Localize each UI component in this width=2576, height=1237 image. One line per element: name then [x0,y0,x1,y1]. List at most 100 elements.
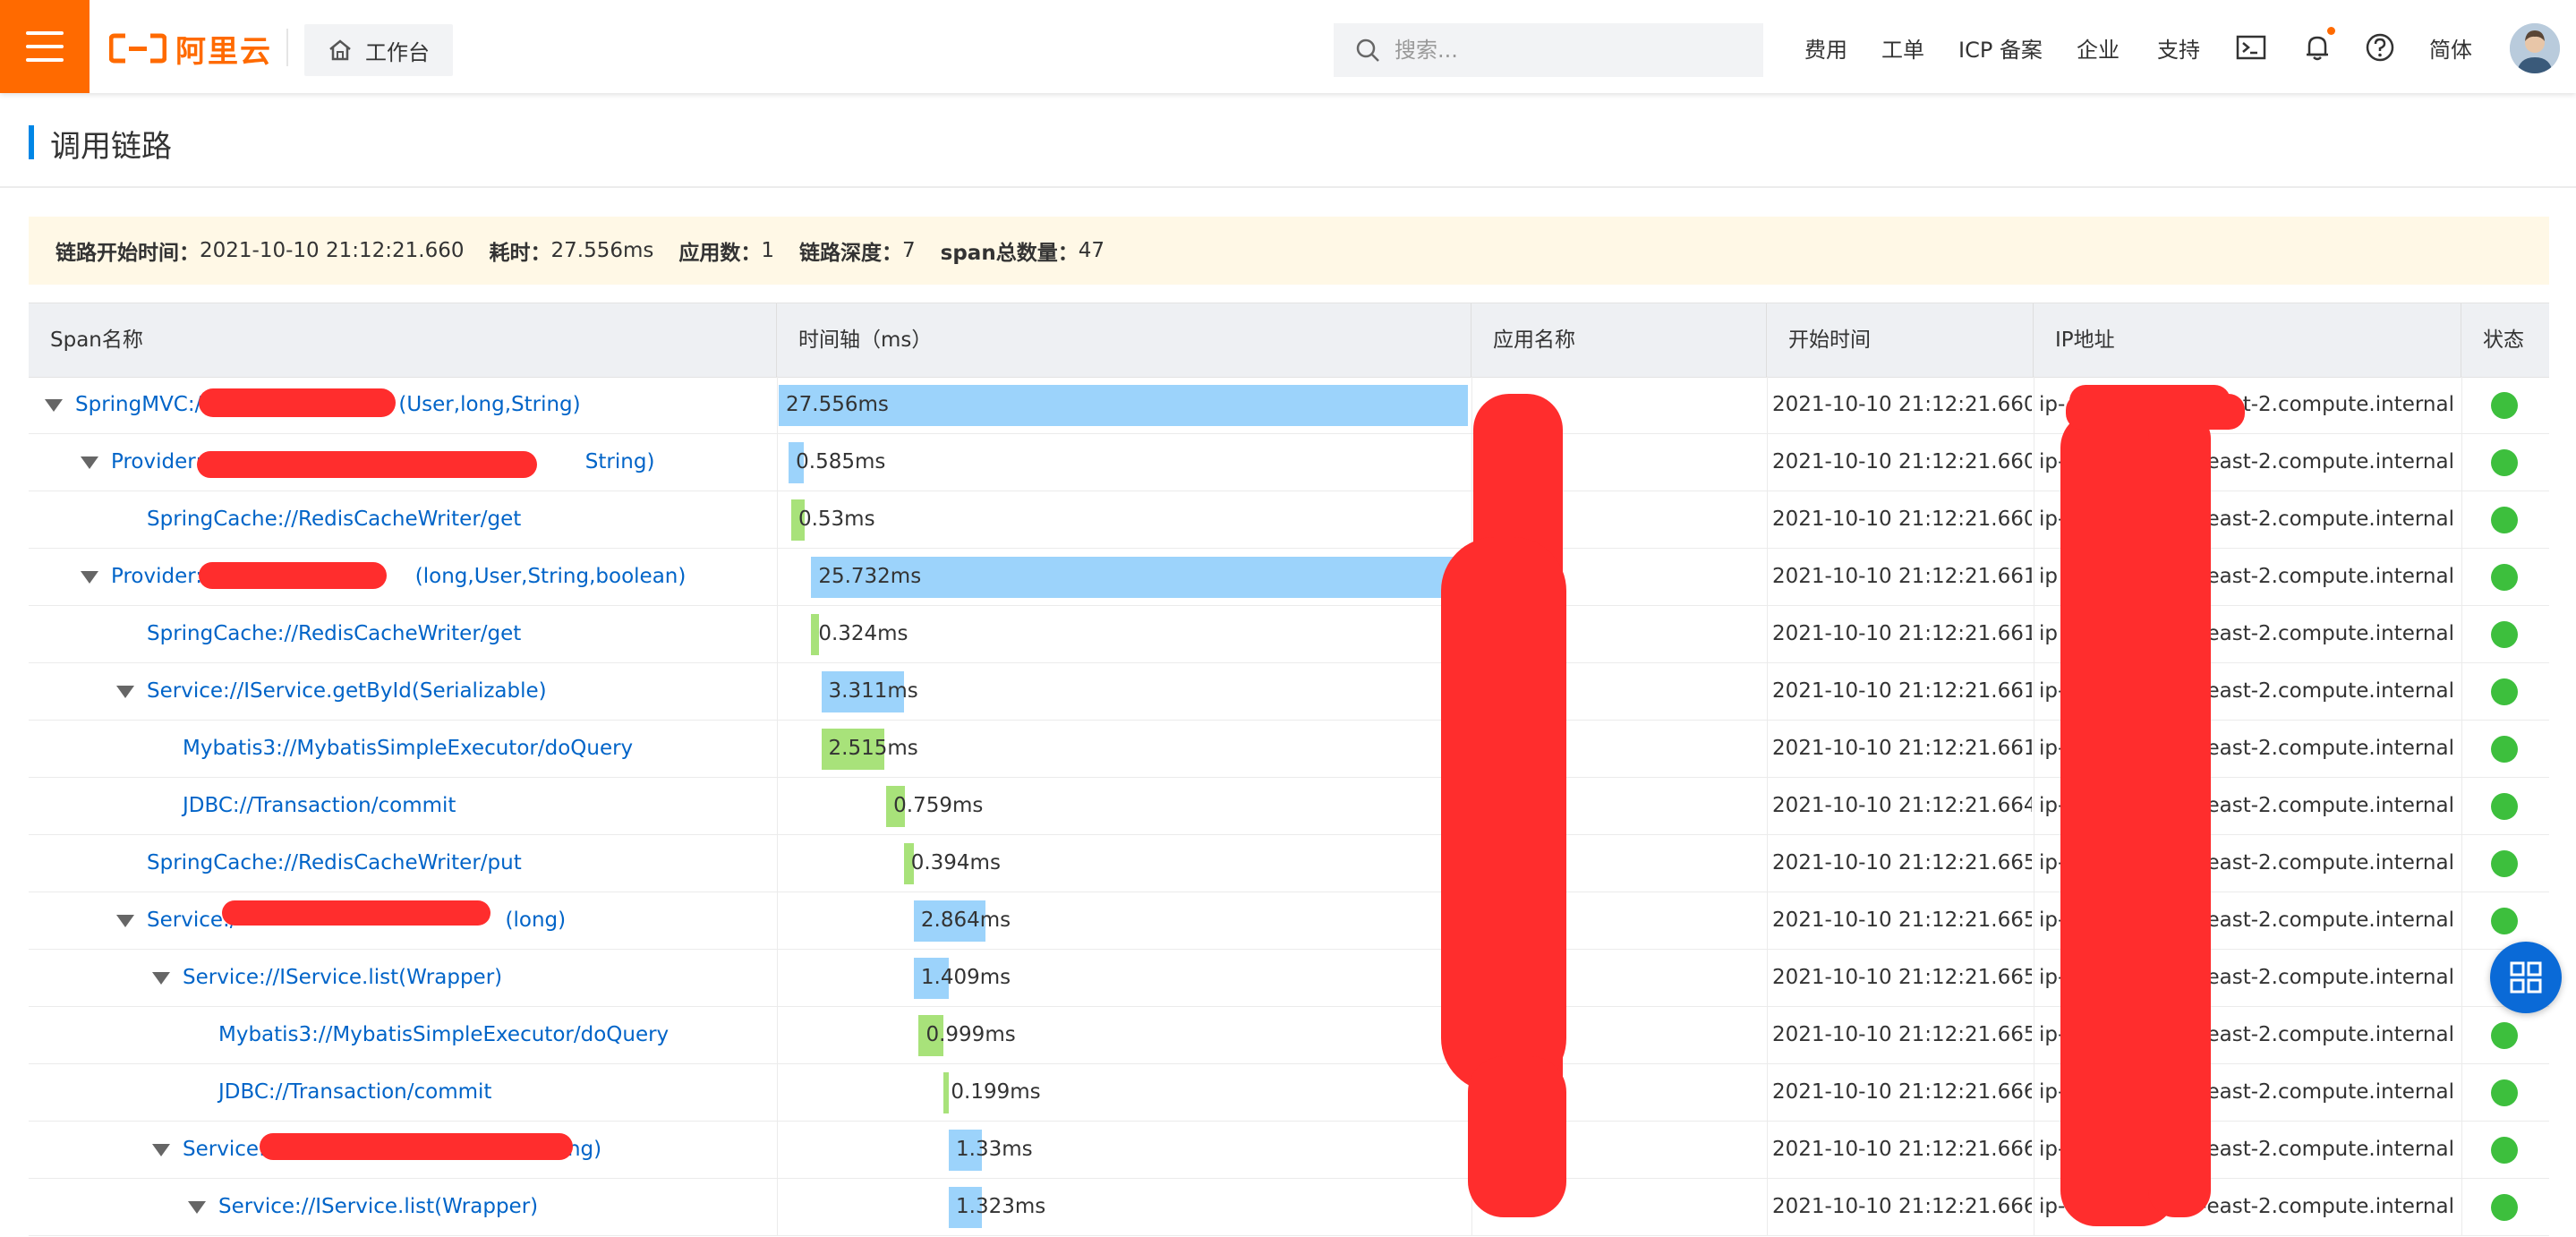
nav-support[interactable]: 支持 [2157,32,2200,64]
start-time-cell: 2021-10-10 21:12:21.661 [1772,565,2032,588]
app-count-value: 1 [761,239,775,262]
start-time-cell: 2021-10-10 21:12:21.666 [1772,1138,2032,1161]
status-ok-icon [2491,392,2518,419]
start-time-cell: 2021-10-10 21:12:21.660 [1772,450,2032,473]
start-time-cell: 2021-10-10 21:12:21.665 [1772,966,2032,989]
timeline-duration-label: 0.394ms [910,851,1001,874]
span-name-cell: Mybatis3://MybatisSimpleExecutor/doQuery [152,720,761,777]
column-divider [777,891,778,949]
expand-toggle-icon[interactable] [188,1200,206,1214]
nav-enterprise[interactable]: 企业 [2077,32,2120,64]
span-name-link[interactable]: Mybatis3://MybatisSimpleExecutor/doQuery [218,1023,669,1046]
help-icon[interactable] [2365,32,2395,63]
span-name-link[interactable]: Service://IService.getById(Serializable) [147,679,547,703]
expand-toggle-icon[interactable] [116,914,134,927]
floating-grid-button[interactable] [2490,942,2562,1013]
column-divider [1471,491,1472,548]
span-name-link[interactable]: JDBC://Transaction/commit [218,1080,491,1104]
page-title-accent [29,125,34,159]
column-divider [1767,605,1768,662]
span-name-link[interactable]: SpringCache://RedisCacheWriter/put [147,851,522,874]
nav-tickets[interactable]: 工单 [1881,32,1924,64]
timeline-duration-label: 25.732ms [818,565,922,588]
bell-icon[interactable] [2302,32,2333,63]
span-name-link[interactable]: SpringCache://RedisCacheWriter/get [147,508,521,531]
search-input[interactable] [1393,37,1736,64]
timeline-duration-label: 3.311ms [828,679,918,703]
column-divider [777,1063,778,1121]
column-divider [777,491,778,548]
span-name-suffix: String) [584,450,655,473]
column-divider [777,662,778,720]
column-divider [1767,548,1768,605]
hamburger-icon [26,31,64,35]
span-name-link[interactable]: SpringCache://RedisCacheWriter/get [147,622,521,645]
aliyun-logo[interactable]: 阿里云 [109,30,272,70]
span-name-prefix: SpringMVC:/ [75,393,202,416]
span-name-prefix: SpringCache://RedisCacheWriter/get [147,508,522,531]
redaction-scribble [222,900,490,926]
ip-suffix: us-east-2.compute.internal [2175,450,2454,473]
span-name-link[interactable]: Service://IService.list(Wrapper) [218,1195,538,1218]
header-ip: IP地址 [2034,303,2461,377]
redaction-scribble [1468,1056,1566,1217]
ip-suffix: us-east-2.compute.internal [2175,966,2454,989]
column-divider [1767,949,1768,1006]
column-divider [777,548,778,605]
start-time-cell: 2021-10-10 21:12:21.665 [1772,851,2032,874]
column-divider [2461,548,2462,605]
start-time-cell: 2021-10-10 21:12:21.660 [1772,508,2032,531]
column-divider [2461,662,2462,720]
user-avatar[interactable] [2510,23,2560,73]
timeline-duration-label: 1.33ms [956,1138,1033,1161]
expand-toggle-icon[interactable] [152,1143,170,1156]
expand-toggle-icon[interactable] [81,570,98,584]
span-name-suffix: (User,long,String) [398,393,581,416]
span-name-cell: Provider:/ (long,User,String,boolean) [81,548,761,605]
nav-icp[interactable]: ICP 备案 [1958,32,2043,64]
workbench-label: 工作台 [365,39,430,65]
app-count-key: 应用数： [678,242,762,265]
column-divider [1767,1063,1768,1121]
hamburger-menu-button[interactable] [0,0,90,93]
global-search[interactable] [1334,23,1763,77]
column-divider [777,1121,778,1178]
span-name-prefix: Mybatis3://MybatisSimpleExecutor/doQuery [183,737,634,760]
ip-suffix: us-east-2.compute.internal [2175,679,2454,703]
status-ok-icon [2491,793,2518,820]
span-name-link[interactable]: Mybatis3://MybatisSimpleExecutor/doQuery [183,737,633,760]
column-divider [777,433,778,491]
expand-toggle-icon[interactable] [152,971,170,985]
column-divider [777,949,778,1006]
span-name-link[interactable]: JDBC://Transaction/commit [183,794,456,817]
span-name-link[interactable]: Service://IService.list(Wrapper) [183,966,502,989]
avatar-icon [2510,23,2560,73]
nav-billing[interactable]: 费用 [1804,32,1847,64]
workbench-button[interactable]: 工作台 [304,24,453,76]
timeline-duration-label: 27.556ms [786,393,889,416]
column-divider [777,1178,778,1235]
status-ok-icon [2491,1022,2518,1049]
logo-divider [286,29,288,66]
status-ok-icon [2491,507,2518,533]
page-title: 调用链路 [50,129,172,165]
expand-toggle-icon[interactable] [116,685,134,698]
terminal-icon[interactable] [2236,32,2266,63]
start-time-cell: 2021-10-10 21:12:21.661 [1772,622,2032,645]
column-divider [1767,1178,1768,1235]
span-name-cell: Service://IService.getById(Serializable) [116,662,761,720]
status-ok-icon [2491,564,2518,591]
language-switch[interactable]: 简体 [2429,32,2472,64]
timeline-bar[interactable] [943,1072,949,1113]
expand-toggle-icon[interactable] [81,456,98,469]
span-name-link[interactable]: Provider:/ (long,User,String,boolean) [111,565,686,588]
start-time-cell: 2021-10-10 21:12:21.664 [1772,794,2032,817]
expand-toggle-icon[interactable] [45,398,63,412]
header-timeline: 时间轴（ms） [777,303,1471,377]
span-name-suffix: (long,User,String,boolean) [414,565,687,588]
table-header: Span名称 时间轴（ms） 应用名称 开始时间 IP地址 状态 [29,303,2549,378]
column-divider [1767,891,1768,949]
home-icon [329,39,351,61]
status-ok-icon [2491,908,2518,934]
start-time-value: 2021-10-10 21:12:21.660 [200,239,465,262]
